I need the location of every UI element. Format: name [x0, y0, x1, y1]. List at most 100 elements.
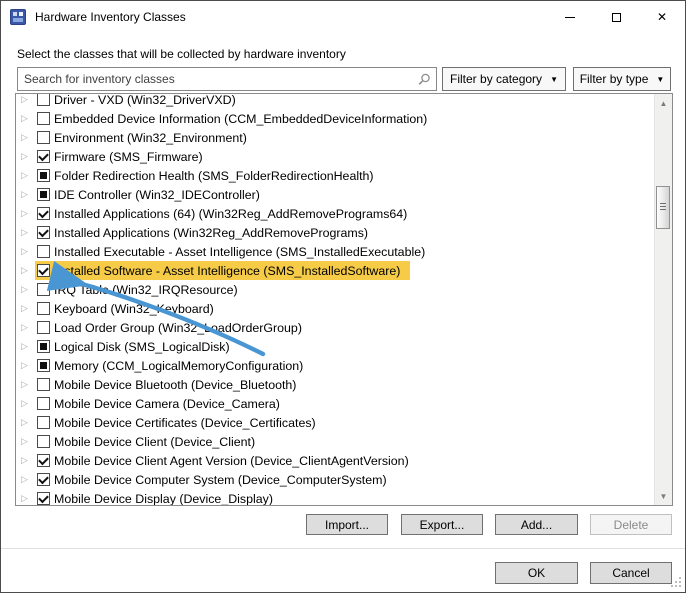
expand-arrow-icon[interactable]: ▷ — [21, 266, 31, 275]
class-checkbox[interactable] — [37, 454, 50, 467]
expand-arrow-icon[interactable]: ▷ — [21, 133, 31, 142]
class-checkbox[interactable] — [37, 397, 50, 410]
class-checkbox[interactable] — [37, 131, 50, 144]
list-item[interactable]: ▷ Mobile Device Certificates (Device_Cer… — [16, 413, 655, 432]
filter-by-category-button[interactable]: Filter by category ▼ — [442, 67, 566, 91]
expand-arrow-icon[interactable]: ▷ — [21, 247, 31, 256]
search-input[interactable] — [18, 68, 436, 90]
list-item[interactable]: ▷ Mobile Device Client Agent Version (De… — [16, 451, 655, 470]
class-label: IRQ Table (Win32_IRQResource) — [54, 283, 238, 297]
list-item[interactable]: ▷ Mobile Device Bluetooth (Device_Blueto… — [16, 375, 655, 394]
expand-arrow-icon[interactable]: ▷ — [21, 418, 31, 427]
expand-arrow-icon[interactable]: ▷ — [21, 285, 31, 294]
class-checkbox[interactable] — [37, 492, 50, 505]
export-button[interactable]: Export... — [401, 514, 483, 535]
import-button[interactable]: Import... — [306, 514, 388, 535]
vertical-scrollbar[interactable]: ▲ ▼ — [654, 94, 672, 505]
list-item[interactable]: ▷ Mobile Device Client (Device_Client) — [16, 432, 655, 451]
class-checkbox[interactable] — [37, 340, 50, 353]
caption-buttons: ✕ — [547, 2, 685, 33]
row-content: Installed Applications (64) (Win32Reg_Ad… — [35, 204, 409, 223]
scrollbar-thumb[interactable] — [656, 186, 670, 229]
row-content: Folder Redirection Health (SMS_FolderRed… — [35, 166, 376, 185]
expand-arrow-icon[interactable]: ▷ — [21, 399, 31, 408]
list-item[interactable]: ▷ Mobile Device Display (Device_Display) — [16, 489, 655, 506]
class-checkbox[interactable] — [37, 188, 50, 201]
expand-arrow-icon[interactable]: ▷ — [21, 437, 31, 446]
cancel-button[interactable]: Cancel — [590, 562, 672, 584]
filter-by-type-label: Filter by type — [580, 72, 649, 86]
class-checkbox[interactable] — [37, 245, 50, 258]
filter-by-type-button[interactable]: Filter by type ▼ — [573, 67, 671, 91]
row-content: Firmware (SMS_Firmware) — [35, 147, 205, 166]
class-checkbox[interactable] — [37, 150, 50, 163]
list-item[interactable]: ▷ Load Order Group (Win32_LoadOrderGroup… — [16, 318, 655, 337]
expand-arrow-icon[interactable]: ▷ — [21, 114, 31, 123]
scroll-down-button[interactable]: ▼ — [655, 488, 672, 504]
expand-arrow-icon[interactable]: ▷ — [21, 209, 31, 218]
list-item[interactable]: ▷ Installed Software - Asset Intelligenc… — [16, 261, 655, 280]
filter-by-category-label: Filter by category — [450, 72, 542, 86]
class-checkbox[interactable] — [37, 473, 50, 486]
list-item[interactable]: ▷ Embedded Device Information (CCM_Embed… — [16, 109, 655, 128]
expand-arrow-icon[interactable]: ▷ — [21, 342, 31, 351]
list-item[interactable]: ▷ Installed Applications (Win32Reg_AddRe… — [16, 223, 655, 242]
class-checkbox[interactable] — [37, 435, 50, 448]
ok-button[interactable]: OK — [495, 562, 578, 584]
list-item[interactable]: ▷ IDE Controller (Win32_IDEController) — [16, 185, 655, 204]
row-content: Installed Applications (Win32Reg_AddRemo… — [35, 223, 370, 242]
class-checkbox[interactable] — [37, 112, 50, 125]
expand-arrow-icon[interactable]: ▷ — [21, 304, 31, 313]
list-item[interactable]: ▷ Folder Redirection Health (SMS_FolderR… — [16, 166, 655, 185]
class-label: Folder Redirection Health (SMS_FolderRed… — [54, 169, 374, 183]
row-content: IDE Controller (Win32_IDEController) — [35, 185, 262, 204]
class-checkbox[interactable] — [37, 416, 50, 429]
expand-arrow-icon[interactable]: ▷ — [21, 323, 31, 332]
list-item[interactable]: ▷ Mobile Device Computer System (Device_… — [16, 470, 655, 489]
row-content: Logical Disk (SMS_LogicalDisk) — [35, 337, 232, 356]
list-item[interactable]: ▷ Firmware (SMS_Firmware) — [16, 147, 655, 166]
row-content: Mobile Device Computer System (Device_Co… — [35, 470, 389, 489]
expand-arrow-icon[interactable]: ▷ — [21, 494, 31, 503]
list-item[interactable]: ▷ Keyboard (Win32_Keyboard) — [16, 299, 655, 318]
expand-arrow-icon[interactable]: ▷ — [21, 475, 31, 484]
expand-arrow-icon[interactable]: ▷ — [21, 456, 31, 465]
minimize-button[interactable] — [547, 2, 593, 33]
list-item[interactable]: ▷ Installed Executable - Asset Intellige… — [16, 242, 655, 261]
class-checkbox[interactable] — [37, 226, 50, 239]
row-content: Driver - VXD (Win32_DriverVXD) — [35, 93, 238, 109]
expand-arrow-icon[interactable]: ▷ — [21, 171, 31, 180]
class-checkbox[interactable] — [37, 378, 50, 391]
list-item[interactable]: ▷ Environment (Win32_Environment) — [16, 128, 655, 147]
titlebar: Hardware Inventory Classes ✕ — [1, 1, 685, 33]
expand-arrow-icon[interactable]: ▷ — [21, 361, 31, 370]
class-checkbox[interactable] — [37, 169, 50, 182]
class-checkbox[interactable] — [37, 359, 50, 372]
list-item[interactable]: ▷ Mobile Device Camera (Device_Camera) — [16, 394, 655, 413]
list-item[interactable]: ▷ Memory (CCM_LogicalMemoryConfiguration… — [16, 356, 655, 375]
scroll-up-button[interactable]: ▲ — [655, 95, 672, 111]
class-checkbox[interactable] — [37, 264, 50, 277]
maximize-button[interactable] — [593, 2, 639, 33]
window-title: Hardware Inventory Classes — [35, 10, 186, 24]
expand-arrow-icon[interactable]: ▷ — [21, 380, 31, 389]
row-content: Mobile Device Client (Device_Client) — [35, 432, 257, 451]
expand-arrow-icon[interactable]: ▷ — [21, 228, 31, 237]
class-checkbox[interactable] — [37, 321, 50, 334]
class-checkbox[interactable] — [37, 93, 50, 106]
expand-arrow-icon[interactable]: ▷ — [21, 152, 31, 161]
close-button[interactable]: ✕ — [639, 2, 685, 33]
row-content: Mobile Device Display (Device_Display) — [35, 489, 275, 506]
row-content: Memory (CCM_LogicalMemoryConfiguration) — [35, 356, 305, 375]
list-item[interactable]: ▷ Logical Disk (SMS_LogicalDisk) — [16, 337, 655, 356]
list-item[interactable]: ▷ Installed Applications (64) (Win32Reg_… — [16, 204, 655, 223]
class-checkbox[interactable] — [37, 283, 50, 296]
resize-grip[interactable] — [671, 577, 681, 587]
list-item[interactable]: ▷ Driver - VXD (Win32_DriverVXD) — [16, 93, 655, 109]
class-checkbox[interactable] — [37, 302, 50, 315]
expand-arrow-icon[interactable]: ▷ — [21, 190, 31, 199]
expand-arrow-icon[interactable]: ▷ — [21, 95, 31, 104]
class-checkbox[interactable] — [37, 207, 50, 220]
list-item[interactable]: ▷ IRQ Table (Win32_IRQResource) — [16, 280, 655, 299]
add-button[interactable]: Add... — [495, 514, 578, 535]
